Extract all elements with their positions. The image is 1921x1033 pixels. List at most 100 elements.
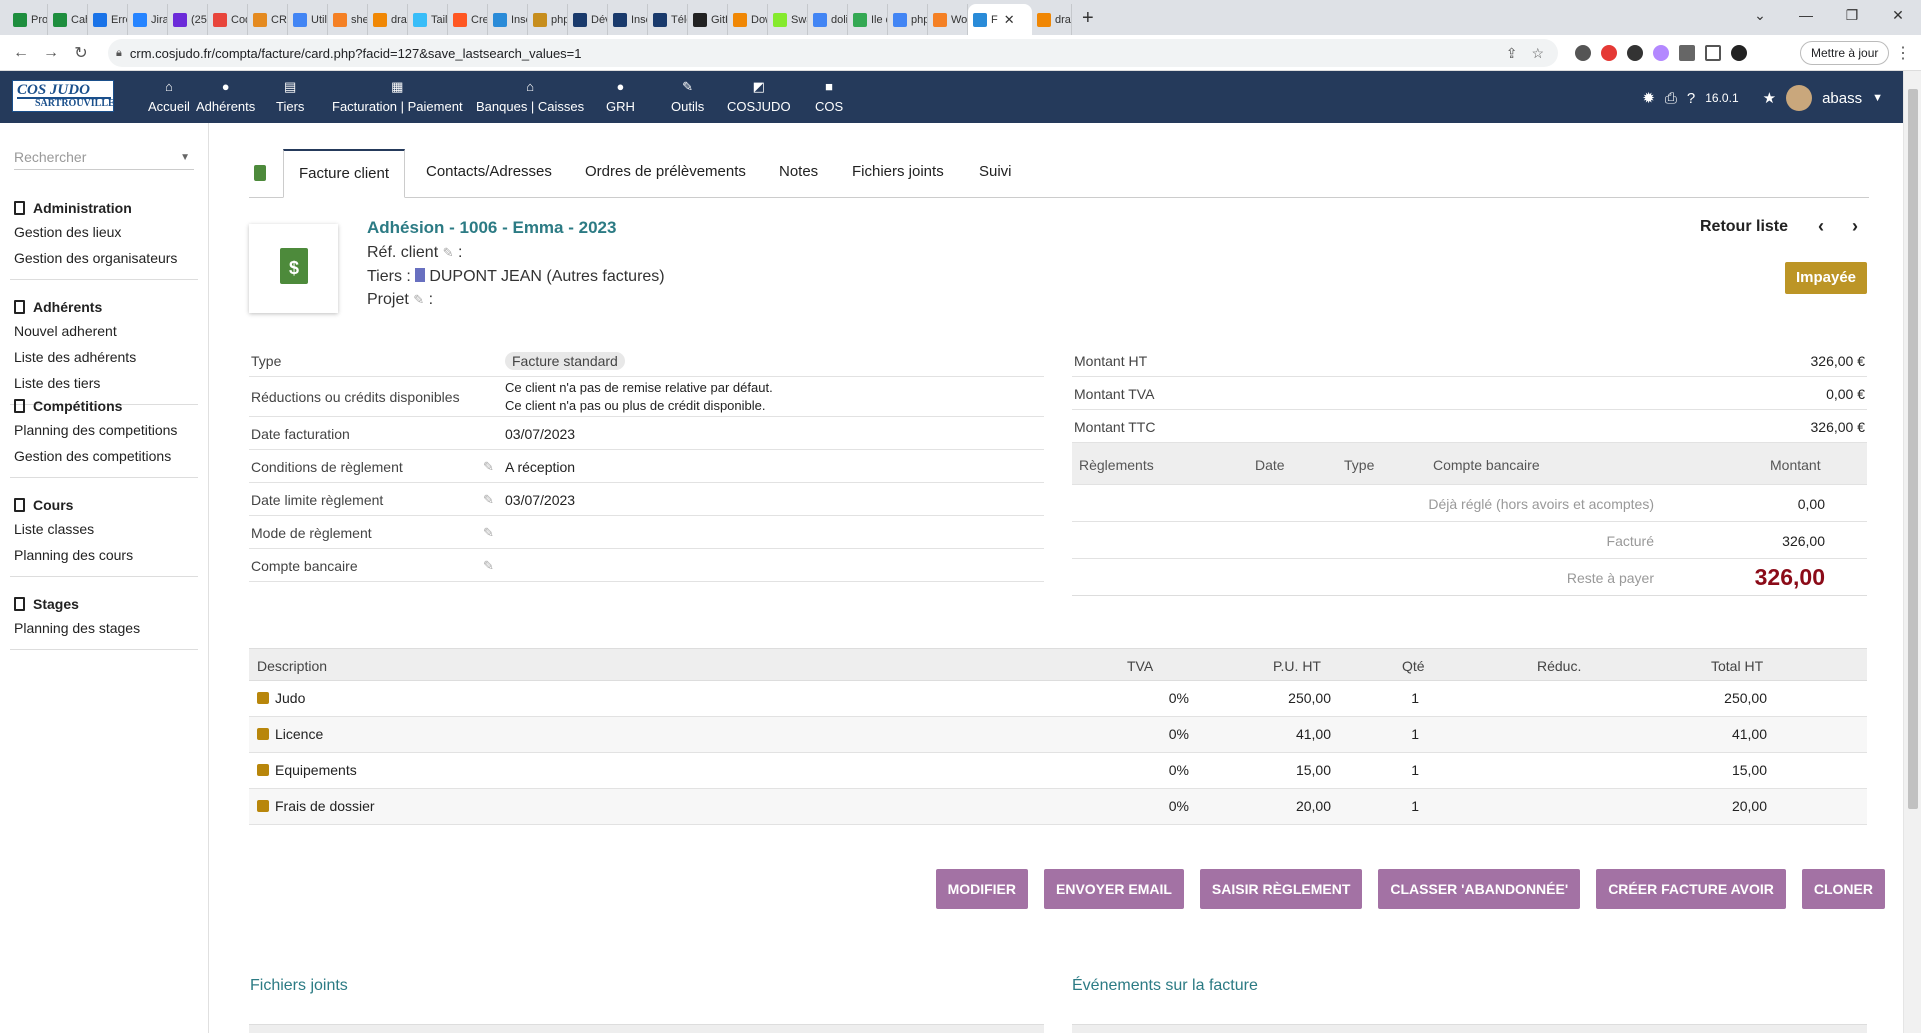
- browser-tab[interactable]: Cah: [48, 4, 88, 35]
- update-button[interactable]: Mettre à jour: [1800, 41, 1890, 65]
- sidebar-item[interactable]: Gestion des organisateurs: [14, 245, 194, 271]
- line-description-text[interactable]: Frais de dossier: [275, 798, 375, 814]
- browser-tab[interactable]: php: [528, 4, 568, 35]
- sidebar-item[interactable]: Liste des adhérents: [14, 344, 194, 370]
- sidebar-item[interactable]: Planning des competitions: [14, 417, 194, 443]
- browser-tab[interactable]: CRM: [248, 4, 288, 35]
- browser-tab[interactable]: Dow: [728, 4, 768, 35]
- previous-icon[interactable]: ‹: [1818, 216, 1824, 237]
- creer-facture-avoir-button[interactable]: CRÉER FACTURE AVOIR: [1596, 869, 1786, 909]
- sidebar-item[interactable]: Gestion des lieux: [14, 219, 194, 245]
- top-menu-item[interactable]: ▤ Tiers: [276, 79, 304, 114]
- pencil-icon[interactable]: ✎: [443, 245, 454, 260]
- top-menu-item[interactable]: ✎ Outils: [671, 79, 704, 114]
- top-menu-item[interactable]: ◩ COSJUDO: [727, 79, 791, 114]
- maximize-icon[interactable]: ❐: [1829, 0, 1875, 30]
- top-menu-item[interactable]: ● Adhérents: [196, 79, 255, 114]
- browser-tab[interactable]: F ✕: [968, 4, 1032, 35]
- pencil-icon[interactable]: ✎: [483, 525, 494, 541]
- browser-tab[interactable]: Télé: [648, 4, 688, 35]
- next-icon[interactable]: ›: [1852, 216, 1858, 237]
- browser-tab[interactable]: Erre: [88, 4, 128, 35]
- top-menu-item[interactable]: ■ COS: [815, 79, 843, 114]
- extension-icon[interactable]: [1575, 45, 1591, 61]
- browser-tab[interactable]: php: [888, 4, 928, 35]
- browser-tab[interactable]: Cod: [208, 4, 248, 35]
- forward-icon[interactable]: →: [36, 44, 66, 62]
- browser-tab[interactable]: draw: [368, 4, 408, 35]
- sidebar-item[interactable]: Nouvel adherent: [14, 318, 194, 344]
- browser-tab[interactable]: Swa: [768, 4, 808, 35]
- pencil-icon[interactable]: ✎: [483, 558, 494, 574]
- pencil-icon[interactable]: ✎: [483, 459, 494, 475]
- sidebar-section-title[interactable]: Administration: [14, 197, 194, 219]
- tiers-link[interactable]: DUPONT JEAN (Autres factures): [429, 268, 664, 285]
- browser-tab[interactable]: Tailw: [408, 4, 448, 35]
- sidebar-item[interactable]: Gestion des competitions: [14, 443, 194, 469]
- menu-kebab-icon[interactable]: ⋮: [1895, 43, 1911, 63]
- sidebar-section-title[interactable]: Stages: [14, 593, 194, 615]
- browser-tab[interactable]: Dév: [568, 4, 608, 35]
- tab-list-icon[interactable]: ⌄: [1737, 0, 1783, 30]
- user-name[interactable]: abass: [1822, 90, 1862, 107]
- browser-tab[interactable]: dolil: [808, 4, 848, 35]
- tab-facture-client[interactable]: Facture client: [283, 149, 406, 198]
- browser-tab[interactable]: Utili: [288, 4, 328, 35]
- chevron-down-icon[interactable]: ▼: [1872, 92, 1883, 104]
- saisir-reglement-button[interactable]: SAISIR RÈGLEMENT: [1199, 869, 1363, 909]
- classer-abandonnee-button[interactable]: CLASSER 'ABANDONNÉE': [1378, 869, 1581, 909]
- top-menu-item[interactable]: ▦ Facturation | Paiement: [332, 79, 463, 114]
- lock-icon[interactable]: 🔒︎: [116, 47, 122, 60]
- tab-fichiers-joints[interactable]: Fichiers joints: [852, 149, 944, 198]
- tab-ordres-de-pr-l-vements[interactable]: Ordres de prélèvements: [585, 149, 746, 198]
- top-menu-item[interactable]: ⌂ Banques | Caisses: [476, 79, 584, 114]
- chevron-down-icon[interactable]: ▼: [180, 152, 190, 163]
- modifier-button[interactable]: MODIFIER: [935, 869, 1029, 909]
- browser-tab[interactable]: Ile d: [848, 4, 888, 35]
- extension-icon[interactable]: [1653, 45, 1669, 61]
- line-description-text[interactable]: Judo: [275, 690, 305, 706]
- puzzle-icon[interactable]: [1679, 45, 1695, 61]
- search-input[interactable]: Rechercher ▼: [14, 149, 194, 170]
- line-description-text[interactable]: Equipements: [275, 762, 357, 778]
- new-tab-icon[interactable]: +: [1072, 4, 1104, 35]
- back-icon[interactable]: ←: [6, 44, 36, 62]
- browser-tab[interactable]: Proj: [8, 4, 48, 35]
- scrollbar-thumb[interactable]: [1908, 89, 1918, 809]
- sidepanel-icon[interactable]: [1705, 45, 1721, 61]
- browser-tab[interactable]: sher: [328, 4, 368, 35]
- top-menu-item[interactable]: ● GRH: [606, 79, 635, 114]
- help-icon[interactable]: ?: [1687, 90, 1695, 107]
- envoyer-email-button[interactable]: ENVOYER EMAIL: [1044, 869, 1184, 909]
- line-description-text[interactable]: Licence: [275, 726, 323, 742]
- browser-tab[interactable]: (25: [168, 4, 208, 35]
- tab-suivi[interactable]: Suivi: [979, 149, 1012, 198]
- browser-tab[interactable]: draw: [1032, 4, 1072, 35]
- tab-contacts-adresses[interactable]: Contacts/Adresses: [426, 149, 552, 198]
- browser-tab[interactable]: Jira: [128, 4, 168, 35]
- sidebar-section-title[interactable]: Compétitions: [14, 395, 194, 417]
- share-icon[interactable]: ⇪: [1506, 45, 1518, 62]
- browser-tab[interactable]: GitH: [688, 4, 728, 35]
- minimize-icon[interactable]: —: [1783, 0, 1829, 30]
- browser-tab[interactable]: Insc: [488, 4, 528, 35]
- top-menu-item[interactable]: ⌂ Accueil: [148, 79, 190, 114]
- sidebar-item[interactable]: Planning des stages: [14, 615, 194, 641]
- close-window-icon[interactable]: ✕: [1875, 0, 1921, 30]
- close-tab-icon[interactable]: ✕: [1004, 12, 1015, 28]
- bug-icon[interactable]: ✹: [1642, 89, 1655, 107]
- reload-icon[interactable]: ↻: [66, 43, 96, 63]
- sidebar-item[interactable]: Planning des cours: [14, 542, 194, 568]
- browser-tab[interactable]: Wor: [928, 4, 968, 35]
- browser-tab[interactable]: Crea: [448, 4, 488, 35]
- pencil-icon[interactable]: ✎: [413, 292, 424, 307]
- tab-notes[interactable]: Notes: [779, 149, 818, 198]
- url-field[interactable]: 🔒︎ crm.cosjudo.fr/compta/facture/card.ph…: [108, 39, 1558, 67]
- back-to-list-link[interactable]: Retour liste: [1700, 218, 1788, 236]
- pencil-icon[interactable]: ✎: [483, 492, 494, 508]
- bookmark-star-icon[interactable]: ☆: [1531, 45, 1544, 62]
- company-logo[interactable]: COS JUDO SARTROUVILLE: [12, 80, 115, 112]
- sidebar-section-title[interactable]: Adhérents: [14, 296, 194, 318]
- browser-tab[interactable]: Insc: [608, 4, 648, 35]
- sidebar-item[interactable]: Liste des tiers: [14, 370, 194, 396]
